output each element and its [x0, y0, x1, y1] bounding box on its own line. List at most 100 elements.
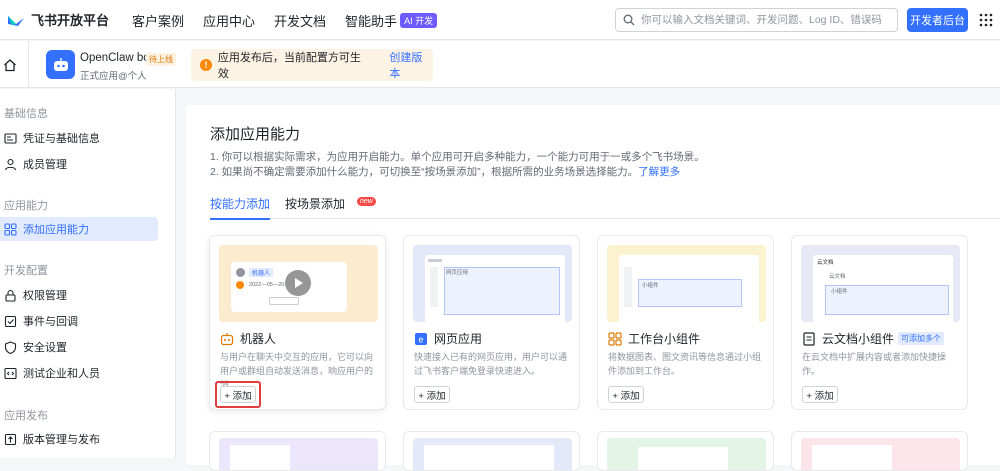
tab-by-capability[interactable]: 按能力添加 [210, 195, 271, 220]
divider [28, 41, 29, 88]
notice-text: 应用发布后，当前配置方可生效 [217, 52, 361, 80]
card-title-text: 云文档小组件 [822, 332, 895, 346]
capability-card-row2-1[interactable] [209, 431, 386, 471]
preview-widget-label: 小组件 [642, 283, 659, 289]
publish-notice: ! 应用发布后，当前配置方可生效 创建版本 [191, 49, 433, 81]
doc-widget-preview: 云文档 云文档 小组件 [801, 245, 960, 322]
add-doc-widget-button[interactable]: + 添加 [802, 386, 838, 403]
widget-preview: 小组件 [607, 245, 766, 322]
permission-icon [5, 289, 16, 302]
upload-icon [4, 433, 17, 445]
sidebar-item-label: 版本管理与发布 [23, 434, 100, 446]
code-icon [4, 367, 17, 379]
top-nav: 客户案例 应用中心 开发文档 智能助手 AI 开发 [132, 0, 456, 40]
create-version-link[interactable]: 创建版本 [389, 49, 433, 81]
multi-badge: 可添加多个 [898, 332, 945, 345]
capability-card-doc-widget[interactable]: 云文档 云文档 小组件 云文档小组件 可添加多个 在云文档中扩展内容或者添加快捷… [791, 235, 968, 410]
capability-grid-icon [4, 222, 17, 236]
sidebar-item-version[interactable]: 版本管理与发布 [0, 427, 158, 451]
play-icon[interactable] [285, 270, 311, 296]
app-header: OpenClaw bot 待上线 正式应用@个人 ! 应用发布后，当前配置方可生… [0, 41, 1000, 88]
description-2: 2. 如果尚不确定需要添加什么能力，可切换至“按场景添加”，根据所需的业务场景选… [210, 164, 680, 179]
sidebar-section-capabilities: 应用能力 [4, 200, 48, 212]
card-description: 快速接入已有的网页应用，用户可以通过飞书客户端免登录快速进入。 [414, 352, 568, 376]
search-icon [623, 14, 635, 26]
add-widget-button[interactable]: + 添加 [608, 386, 644, 403]
sidebar-item-label: 安全设置 [23, 342, 67, 354]
capability-card-web-app[interactable]: 网页应用 e 网页应用 快速接入已有的网页应用，用户可以通过飞书客户端免登录快速… [403, 235, 580, 410]
new-badge: new [357, 197, 376, 206]
event-icon [4, 315, 17, 327]
capability-card-row2-3[interactable] [597, 431, 774, 471]
add-bot-button[interactable]: + 添加 [220, 386, 256, 403]
sidebar-item-members[interactable]: 成员管理 [0, 152, 158, 176]
sidebar-item-credentials[interactable]: 凭证与基础信息 [0, 126, 158, 150]
web-app-icon: e [415, 332, 427, 345]
sidebar-item-add-capability[interactable]: 添加应用能力 [0, 217, 158, 241]
sidebar-item-label: 成员管理 [23, 159, 67, 171]
preview-doc-tab: 云文档 [817, 260, 834, 266]
card-description: 将数据图表、图文资讯等信息通过小组件添加到工作台。 [608, 352, 762, 376]
web-app-preview: 网页应用 [413, 245, 572, 322]
preview-doc-label: 云文档 [829, 274, 846, 280]
status-badge: 待上线 [146, 53, 176, 66]
robot-icon [220, 332, 234, 345]
sidebar: 基础信息 凭证与基础信息 成员管理 应用能力 添加应用能力 开发配置 权限管理 … [0, 89, 176, 458]
nav-dev-docs[interactable]: 开发文档 [274, 11, 326, 30]
card-title-text: 网页应用 [434, 332, 483, 346]
card-title-text: 机器人 [240, 332, 277, 346]
preview-date: 2022—05—20 [249, 282, 285, 288]
main-content: 添加应用能力 1. 你可以根据实际需求，为应用开启能力。单个应用可开启多种能力，… [177, 89, 1000, 465]
user-icon [4, 158, 17, 170]
logo[interactable]: 飞书开放平台 [6, 10, 109, 29]
capability-card-row2-2[interactable] [403, 431, 580, 471]
search-input[interactable] [641, 14, 881, 26]
add-web-app-button[interactable]: + 添加 [414, 386, 450, 403]
nav-app-center[interactable]: 应用中心 [203, 11, 255, 30]
logo-text: 飞书开放平台 [31, 13, 110, 28]
capability-card-row2-4[interactable] [791, 431, 968, 471]
sidebar-section-dev-config: 开发配置 [4, 265, 48, 277]
bot-preview: 机器人 2022—05—20 [219, 245, 378, 322]
search-box[interactable] [615, 8, 898, 32]
feishu-logo-icon [8, 15, 24, 26]
home-icon[interactable] [3, 58, 17, 72]
sidebar-item-label: 权限管理 [23, 290, 67, 302]
widget-grid-icon [608, 331, 622, 346]
app-subtitle: 正式应用@个人 [80, 71, 147, 82]
sidebar-item-test-org[interactable]: 测试企业和人员 [0, 361, 158, 385]
tab-bar: 按能力添加 按场景添加 new [210, 193, 1000, 220]
nav-assistant[interactable]: 智能助手 AI 开发 [345, 11, 438, 30]
dev-console-button[interactable]: 开发者后台 [907, 8, 968, 32]
sidebar-item-events[interactable]: 事件与回调 [0, 309, 158, 333]
doc-icon [803, 331, 815, 346]
sidebar-item-permissions[interactable]: 权限管理 [0, 283, 158, 307]
sidebar-item-label: 凭证与基础信息 [23, 133, 100, 145]
learn-more-link[interactable]: 了解更多 [638, 166, 680, 178]
sidebar-item-label: 测试企业和人员 [23, 368, 100, 380]
top-bar: 飞书开放平台 客户案例 应用中心 开发文档 智能助手 AI 开发 开发者后台 [0, 0, 1000, 40]
description-1: 1. 你可以根据实际需求，为应用开启能力。单个应用可开启多种能力，一个能力可用于… [210, 151, 705, 163]
capability-card-workplace-widget[interactable]: 小组件 工作台小组件 将数据图表、图文资讯等信息通过小组件添加到工作台。 + 添… [597, 235, 774, 410]
ai-badge: AI 开发 [400, 12, 438, 28]
warning-icon: ! [200, 59, 212, 71]
app-name: OpenClaw bot [80, 52, 153, 64]
credential-icon [4, 132, 17, 144]
card-title-text: 工作台小组件 [628, 332, 701, 346]
nav-cases[interactable]: 客户案例 [132, 11, 184, 30]
apps-grid-icon[interactable] [979, 13, 993, 27]
preview-doc-widget: 小组件 [831, 289, 848, 295]
tab-by-scenario[interactable]: 按场景添加 [285, 195, 345, 218]
sidebar-section-basic: 基础信息 [4, 108, 48, 120]
sidebar-item-label: 事件与回调 [23, 316, 78, 328]
card-title: 机器人 [220, 330, 276, 347]
robot-icon [53, 57, 68, 71]
shield-icon [4, 340, 17, 354]
preview-web-label: 网页应用 [446, 270, 469, 276]
nav-assistant-label: 智能助手 [345, 13, 398, 29]
capability-card-bot[interactable]: 机器人 2022—05—20 机器人 与用户在聊天中交互的应用，它可以向用户或群… [209, 235, 386, 410]
sidebar-item-security[interactable]: 安全设置 [0, 335, 158, 359]
sidebar-item-label: 添加应用能力 [23, 224, 89, 236]
sidebar-section-publish: 应用发布 [4, 410, 48, 422]
svg-text:e: e [418, 334, 423, 344]
